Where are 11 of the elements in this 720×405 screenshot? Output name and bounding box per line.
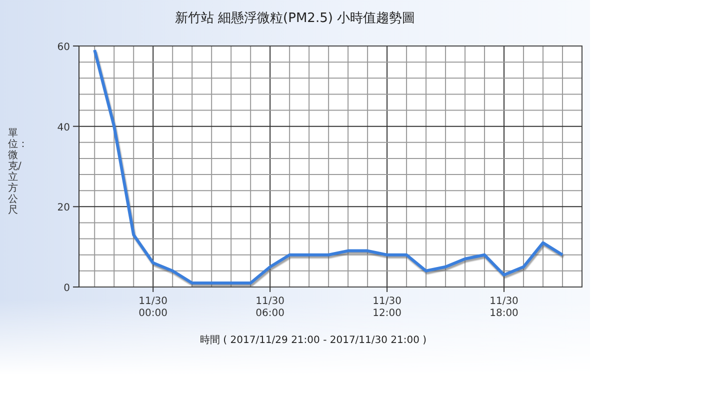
x-tick-label: 11/30 00:00 bbox=[138, 296, 168, 319]
y-tick-label: 0 bbox=[64, 283, 70, 294]
y-axis-label: 單位：微克/立方公尺 bbox=[8, 128, 24, 218]
y-tick-label: 60 bbox=[57, 42, 70, 53]
x-axis-label: 時間 ( 2017/11/29 21:00 - 2017/11/30 21:00 ) bbox=[200, 334, 428, 347]
chart-title: 新竹站 細懸浮微粒(PM2.5) 小時值趨勢圖 bbox=[174, 10, 416, 28]
y-tick-label: 40 bbox=[57, 122, 70, 134]
y-tick-label: 20 bbox=[57, 202, 70, 214]
x-tick-label: 11/30 12:00 bbox=[372, 296, 402, 319]
x-tick-label: 11/30 06:00 bbox=[256, 296, 284, 319]
x-tick-label: 11/30 18:00 bbox=[490, 296, 518, 319]
